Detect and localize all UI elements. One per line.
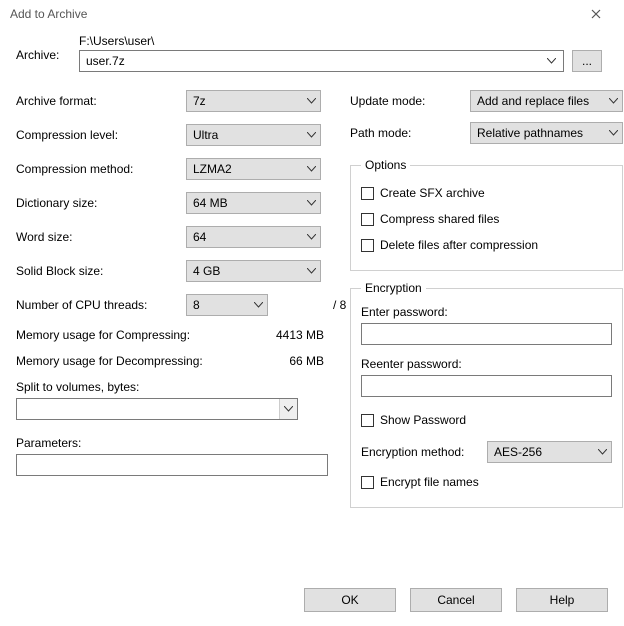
chevron-down-icon [543, 58, 559, 64]
titlebar: Add to Archive [0, 0, 624, 28]
archive-file-combobox[interactable]: user.7z [79, 50, 564, 72]
archive-path: F:\Users\user\ [79, 34, 564, 50]
dialog-buttons: OK Cancel Help [304, 588, 608, 612]
mem-compress-label: Memory usage for Compressing: [16, 328, 190, 342]
window-title: Add to Archive [10, 7, 87, 21]
checkbox-icon [361, 213, 374, 226]
compression-method-label: Compression method: [16, 162, 186, 176]
cancel-button[interactable]: Cancel [410, 588, 502, 612]
parameters-input[interactable] [16, 454, 328, 476]
cpu-threads-select[interactable]: 8 [186, 294, 268, 316]
compression-method-select[interactable]: LZMA2 [186, 158, 321, 180]
reenter-password-input[interactable] [361, 375, 612, 397]
word-size-label: Word size: [16, 230, 186, 244]
word-size-select[interactable]: 64 [186, 226, 321, 248]
right-panel: Update mode: Add and replace files Path … [350, 90, 623, 518]
path-mode-label: Path mode: [350, 126, 470, 140]
checkbox-icon [361, 239, 374, 252]
sfx-checkbox-row[interactable]: Create SFX archive [361, 182, 612, 204]
solid-block-size-label: Solid Block size: [16, 264, 186, 278]
solid-block-size-select[interactable]: 4 GB [186, 260, 321, 282]
left-panel: Archive format: 7z Compression level: Ul… [16, 90, 334, 518]
chevron-down-icon [609, 130, 618, 136]
archive-label: Archive: [16, 48, 71, 72]
split-volumes-label: Split to volumes, bytes: [16, 380, 334, 394]
encryption-method-label: Encryption method: [361, 445, 487, 459]
encryption-group: Encryption Enter password: Reenter passw… [350, 281, 623, 508]
mem-decompress-value: 66 MB [289, 354, 324, 368]
chevron-down-icon [279, 399, 297, 419]
chevron-down-icon [307, 98, 316, 104]
browse-button[interactable]: ... [572, 50, 602, 72]
chevron-down-icon [307, 166, 316, 172]
checkbox-icon [361, 187, 374, 200]
options-legend: Options [361, 158, 410, 172]
chevron-down-icon [609, 98, 618, 104]
parameters-label: Parameters: [16, 436, 334, 450]
dictionary-size-label: Dictionary size: [16, 196, 186, 210]
encryption-method-select[interactable]: AES-256 [487, 441, 612, 463]
mem-compress-value: 4413 MB [276, 328, 324, 342]
ok-button[interactable]: OK [304, 588, 396, 612]
chevron-down-icon [254, 302, 263, 308]
show-password-checkbox-row[interactable]: Show Password [361, 409, 612, 431]
mem-decompress-label: Memory usage for Decompressing: [16, 354, 203, 368]
cpu-threads-label: Number of CPU threads: [16, 298, 186, 312]
delete-after-checkbox-row[interactable]: Delete files after compression [361, 234, 612, 256]
compression-level-select[interactable]: Ultra [186, 124, 321, 146]
enter-password-input[interactable] [361, 323, 612, 345]
chevron-down-icon [598, 449, 607, 455]
split-volumes-combobox[interactable] [16, 398, 298, 420]
chevron-down-icon [307, 200, 316, 206]
chevron-down-icon [307, 234, 316, 240]
archive-format-label: Archive format: [16, 94, 186, 108]
checkbox-icon [361, 414, 374, 427]
chevron-down-icon [307, 132, 316, 138]
path-mode-select[interactable]: Relative pathnames [470, 122, 623, 144]
update-mode-label: Update mode: [350, 94, 470, 108]
chevron-down-icon [307, 268, 316, 274]
archive-format-select[interactable]: 7z [186, 90, 321, 112]
compression-level-label: Compression level: [16, 128, 186, 142]
help-button[interactable]: Help [516, 588, 608, 612]
shared-files-checkbox-row[interactable]: Compress shared files [361, 208, 612, 230]
archive-file-value: user.7z [86, 54, 125, 68]
checkbox-icon [361, 476, 374, 489]
options-group: Options Create SFX archive Compress shar… [350, 158, 623, 271]
encryption-legend: Encryption [361, 281, 426, 295]
reenter-password-label: Reenter password: [361, 357, 612, 371]
enter-password-label: Enter password: [361, 305, 612, 319]
update-mode-select[interactable]: Add and replace files [470, 90, 623, 112]
encrypt-names-checkbox-row[interactable]: Encrypt file names [361, 471, 612, 493]
dictionary-size-select[interactable]: 64 MB [186, 192, 321, 214]
close-button[interactable] [576, 2, 616, 26]
cpu-threads-max: / 8 [321, 298, 346, 312]
